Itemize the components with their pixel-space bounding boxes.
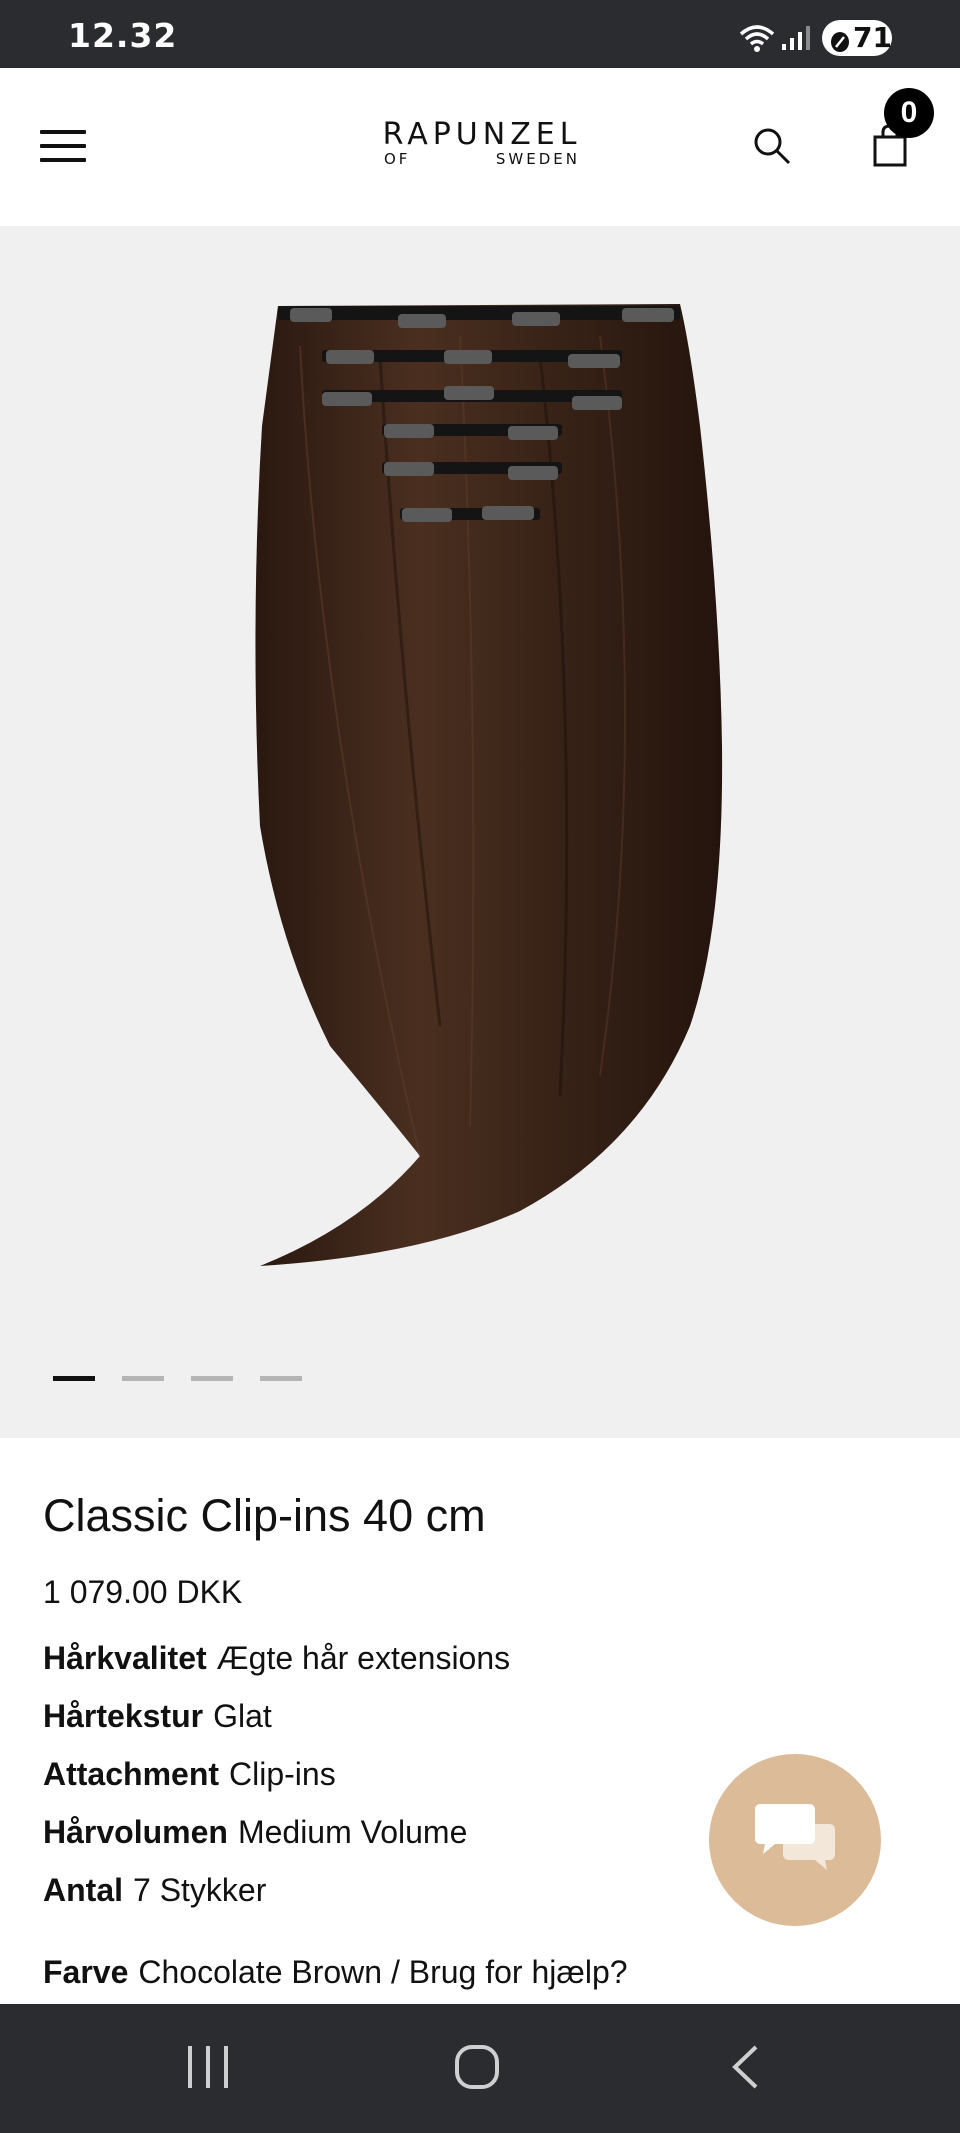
attr-value: Ægte hår extensions <box>216 1640 511 1676</box>
recent-apps-icon <box>188 2046 228 2088</box>
attr-haarkvalitet: Hårkvalitet Ægte hår extensions <box>43 1640 510 1677</box>
logo-line-2: OF SWEDEN <box>382 150 582 168</box>
attr-farve[interactable]: Farve Chocolate Brown / Brug for hjælp? <box>43 1954 628 1991</box>
search-icon <box>754 128 791 165</box>
back-button[interactable] <box>730 2044 760 2095</box>
home-icon <box>455 2045 499 2089</box>
recent-apps-button[interactable] <box>186 2044 230 2095</box>
gallery-dot-4[interactable] <box>260 1376 302 1381</box>
chat-button[interactable] <box>709 1754 881 1926</box>
brand-logo[interactable]: RAPUNZEL OF SWEDEN <box>382 117 582 169</box>
search-button[interactable] <box>752 126 792 171</box>
product-image <box>255 304 723 1266</box>
logo-of: OF <box>384 150 411 168</box>
attr-value: Clip-ins <box>229 1756 336 1792</box>
attr-haartekstur: Hårtekstur Glat <box>43 1698 272 1735</box>
attr-value: 7 Stykker <box>133 1872 267 1908</box>
battery-level: 71 <box>853 21 892 54</box>
gallery-dot-1[interactable] <box>53 1376 95 1381</box>
attr-haarvolumen: Hårvolumen Medium Volume <box>43 1814 467 1851</box>
attr-label: Hårtekstur <box>43 1698 204 1734</box>
home-button[interactable] <box>454 2044 500 2095</box>
back-icon <box>732 2045 758 2089</box>
attr-value: Glat <box>213 1698 272 1734</box>
menu-button[interactable] <box>40 130 86 164</box>
logo-line-1: RAPUNZEL <box>382 117 582 152</box>
menu-icon-bar <box>40 144 86 148</box>
status-bar: 12.32 71 <box>0 0 960 68</box>
attr-attachment: Attachment Clip-ins <box>43 1756 336 1793</box>
gallery-dot-2[interactable] <box>122 1376 164 1381</box>
attr-value: Chocolate Brown / Brug for hjælp? <box>138 1954 628 1990</box>
attr-value: Medium Volume <box>237 1814 468 1850</box>
status-time: 12.32 <box>68 16 178 55</box>
product-image-gallery[interactable] <box>0 226 960 1438</box>
attr-antal: Antal 7 Stykker <box>43 1872 266 1909</box>
wifi-icon <box>738 22 776 59</box>
attr-label: Farve <box>43 1954 129 1990</box>
menu-icon-bar <box>40 158 86 162</box>
attr-label: Hårvolumen <box>43 1814 228 1850</box>
gallery-dot-3[interactable] <box>191 1376 233 1381</box>
cart-count-badge[interactable]: 0 <box>884 88 934 138</box>
gallery-pagination <box>53 1376 302 1381</box>
attr-label: Attachment <box>43 1756 220 1792</box>
menu-icon-bar <box>40 130 86 134</box>
product-title: Classic Clip-ins 40 cm <box>43 1490 486 1541</box>
product-price: 1 079.00 DKK <box>43 1574 243 1610</box>
site-header: RAPUNZEL OF SWEDEN 0 <box>0 68 960 226</box>
attr-label: Hårkvalitet <box>43 1640 207 1676</box>
battery-saver-icon <box>830 27 850 60</box>
chat-icon <box>755 1804 835 1870</box>
attr-label: Antal <box>43 1872 123 1908</box>
system-navigation-bar <box>0 2004 960 2133</box>
logo-sweden: SWEDEN <box>495 150 580 168</box>
battery-icon: 71 <box>822 20 892 56</box>
signal-icon <box>782 24 812 57</box>
